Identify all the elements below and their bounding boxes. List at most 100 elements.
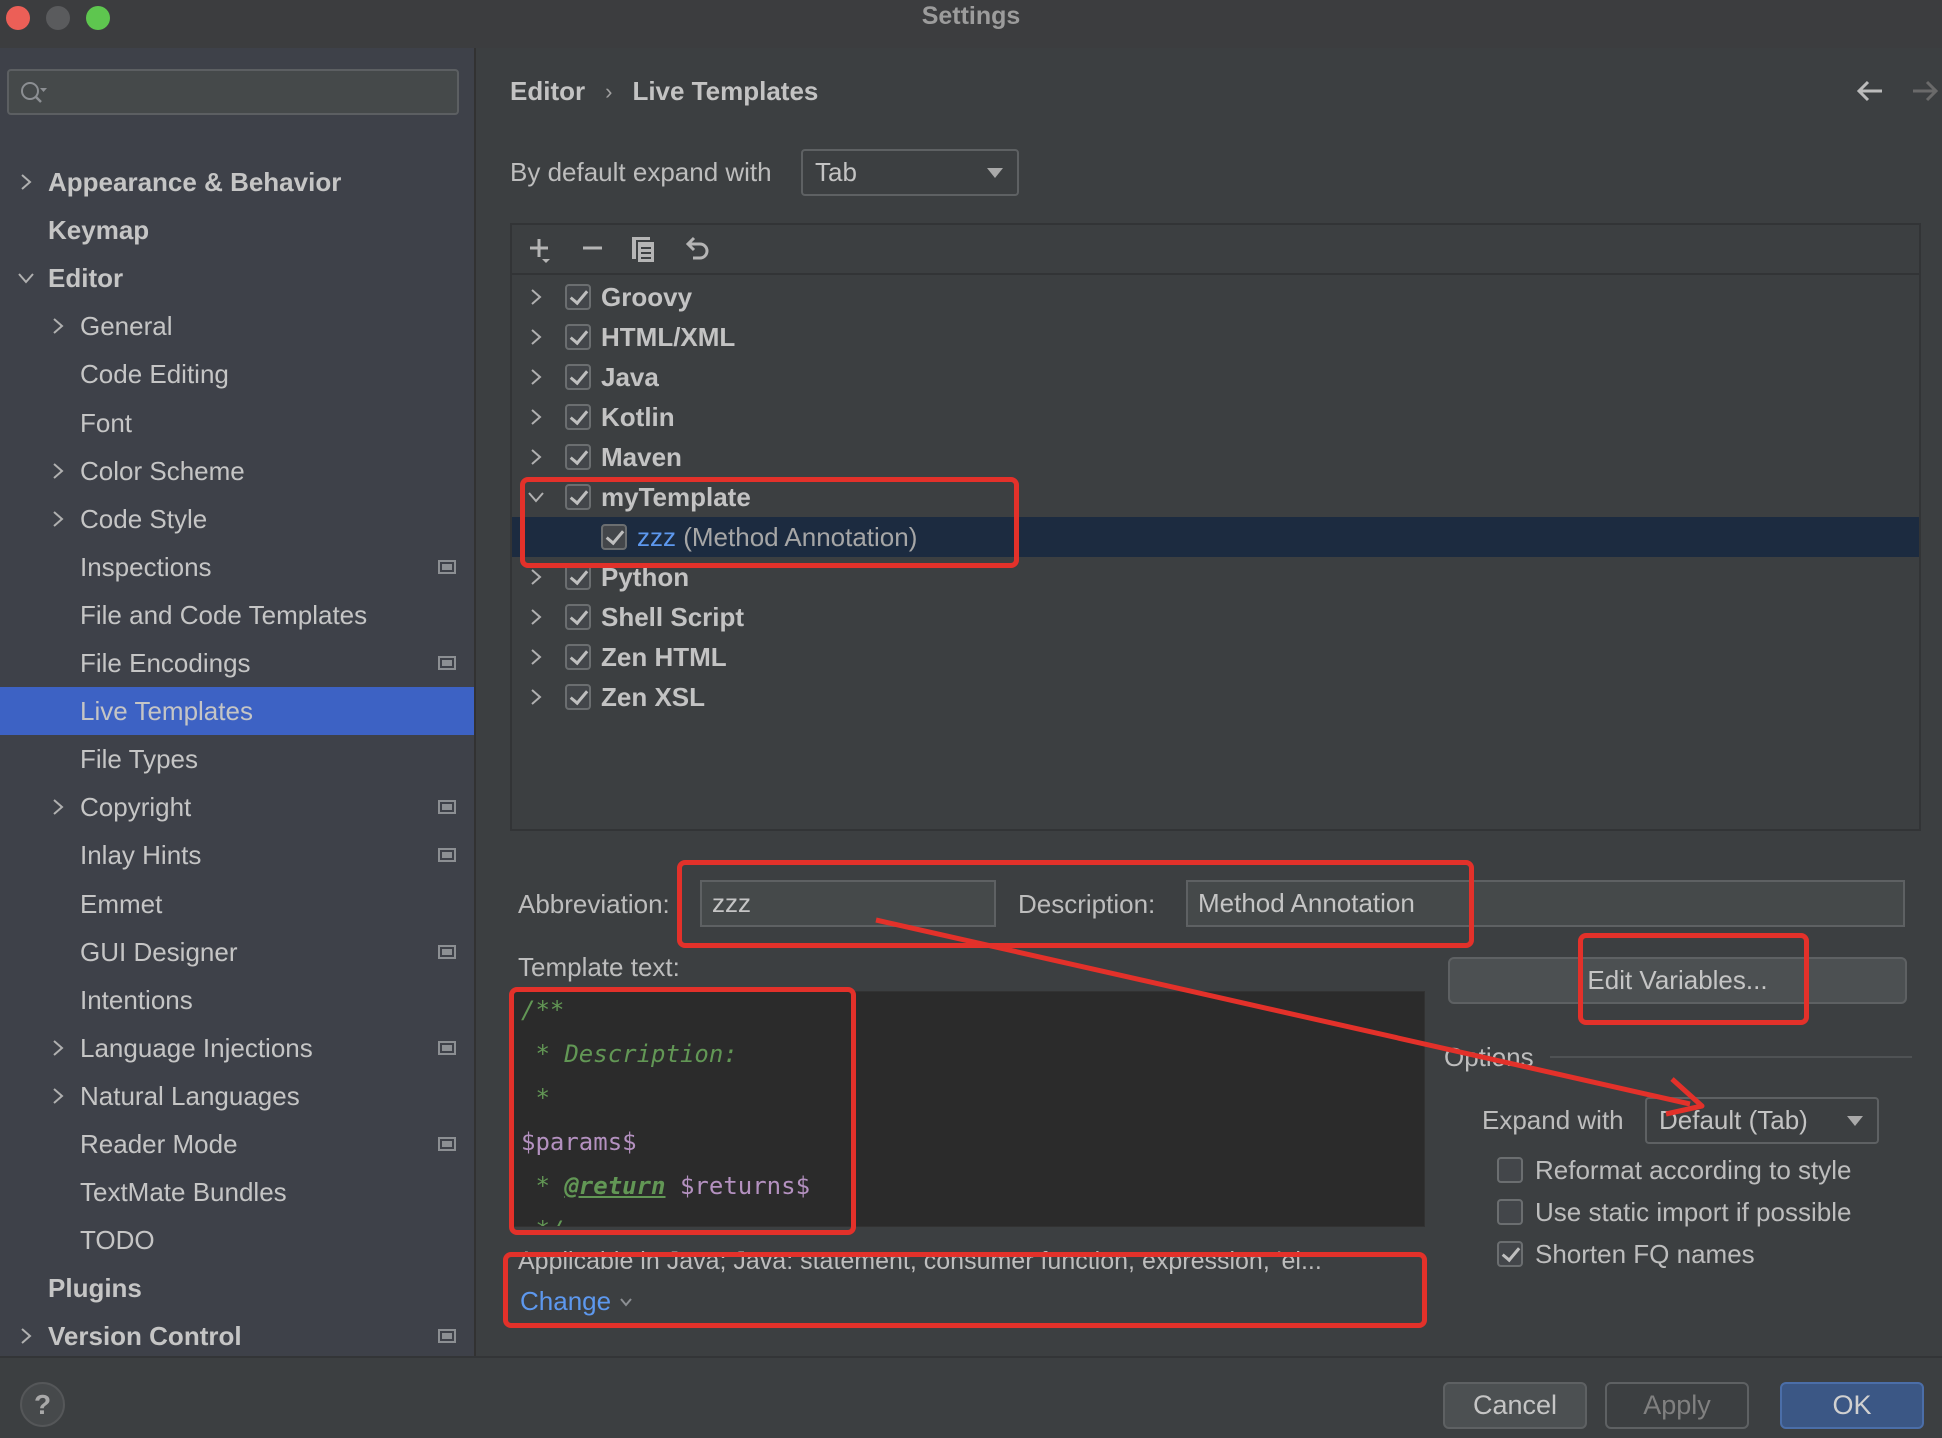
expand-with-value: Default (Tab) bbox=[1659, 1105, 1808, 1135]
settings-search-input[interactable] bbox=[7, 69, 459, 115]
back-arrow-icon[interactable] bbox=[1855, 78, 1885, 104]
chevron-right-icon[interactable] bbox=[526, 367, 546, 387]
template-group-row[interactable]: Kotlin bbox=[512, 397, 1919, 437]
chevron-right-icon[interactable] bbox=[48, 461, 68, 481]
default-expand-dropdown[interactable]: Tab bbox=[801, 149, 1019, 196]
sidebar-item[interactable]: Color Scheme bbox=[0, 447, 474, 495]
sidebar-item[interactable]: TextMate Bundles bbox=[0, 1168, 474, 1216]
sidebar-item-label: Version Control bbox=[48, 1321, 242, 1352]
help-button[interactable]: ? bbox=[20, 1382, 65, 1427]
change-link-label: Change bbox=[520, 1286, 612, 1316]
sidebar-item[interactable]: General bbox=[0, 302, 474, 350]
option-checkbox[interactable] bbox=[1497, 1199, 1523, 1225]
chevron-right-icon[interactable] bbox=[48, 509, 68, 529]
chevron-right-icon[interactable] bbox=[16, 172, 36, 192]
chevron-right-icon[interactable] bbox=[526, 647, 546, 667]
change-contexts-link[interactable]: Change bbox=[520, 1286, 633, 1317]
sidebar-item[interactable]: Appearance & Behavior bbox=[0, 158, 474, 206]
chevron-down-icon[interactable] bbox=[526, 487, 546, 507]
template-group-row[interactable]: HTML/XML bbox=[512, 317, 1919, 357]
sidebar-item[interactable]: Emmet bbox=[0, 880, 474, 928]
sidebar-item[interactable]: Copyright bbox=[0, 783, 474, 831]
template-group-checkbox[interactable] bbox=[565, 444, 591, 470]
sidebar-item[interactable]: Live Templates bbox=[0, 687, 474, 736]
sidebar-item[interactable]: File Types bbox=[0, 735, 474, 783]
sidebar-item[interactable]: File Encodings bbox=[0, 639, 474, 687]
sidebar-item[interactable]: File and Code Templates bbox=[0, 591, 474, 639]
sidebar-item-label: Inlay Hints bbox=[80, 840, 202, 871]
chevron-right-icon[interactable] bbox=[48, 797, 68, 817]
template-group-checkbox[interactable] bbox=[565, 404, 591, 430]
chevron-right-icon[interactable] bbox=[48, 1086, 68, 1106]
remove-icon[interactable] bbox=[578, 235, 608, 265]
template-group-label: Maven bbox=[601, 442, 682, 472]
code-line: * Description: bbox=[521, 1040, 737, 1068]
sidebar-item[interactable]: TODO bbox=[0, 1216, 474, 1264]
sidebar-item[interactable]: Code Style bbox=[0, 495, 474, 543]
template-group-row[interactable]: Java bbox=[512, 357, 1919, 397]
sidebar-item[interactable]: Font bbox=[0, 399, 474, 447]
apply-button[interactable]: Apply bbox=[1605, 1382, 1749, 1429]
sidebar-item-label: Editor bbox=[48, 263, 124, 294]
forward-arrow-icon[interactable] bbox=[1910, 78, 1940, 104]
copy-icon[interactable] bbox=[629, 235, 659, 265]
expand-with-dropdown[interactable]: Default (Tab) bbox=[1645, 1097, 1879, 1144]
chevron-right-icon[interactable] bbox=[48, 316, 68, 336]
options-divider bbox=[1550, 1056, 1912, 1058]
chevron-right-icon[interactable] bbox=[48, 1038, 68, 1058]
sidebar-item[interactable]: Plugins bbox=[0, 1264, 474, 1312]
template-group-row[interactable]: myTemplate bbox=[512, 477, 1919, 517]
template-group-row[interactable]: Python bbox=[512, 557, 1919, 597]
template-group-row[interactable]: Shell Script bbox=[512, 597, 1919, 637]
abbreviation-input[interactable]: zzz bbox=[700, 880, 996, 927]
template-group-checkbox[interactable] bbox=[565, 364, 591, 390]
sidebar-item[interactable]: GUI Designer bbox=[0, 928, 474, 976]
restore-defaults-icon[interactable] bbox=[682, 235, 712, 265]
ok-button[interactable]: OK bbox=[1780, 1382, 1924, 1429]
chevron-right-icon[interactable] bbox=[16, 1326, 36, 1346]
breadcrumb-parent[interactable]: Editor bbox=[510, 76, 585, 107]
template-group-checkbox[interactable] bbox=[565, 324, 591, 350]
template-group-row[interactable]: Maven bbox=[512, 437, 1919, 477]
sidebar-item[interactable]: Version Control bbox=[0, 1312, 474, 1356]
sidebar-item[interactable]: Natural Languages bbox=[0, 1072, 474, 1120]
sidebar-item[interactable]: Language Injections bbox=[0, 1024, 474, 1072]
template-group-checkbox[interactable] bbox=[565, 284, 591, 310]
chevron-down-icon bbox=[1847, 1115, 1863, 1126]
sidebar-item[interactable]: Keymap bbox=[0, 206, 474, 254]
description-input[interactable]: Method Annotation bbox=[1186, 880, 1905, 927]
edit-variables-button[interactable]: Edit Variables... bbox=[1448, 957, 1907, 1004]
sidebar-item[interactable]: Inlay Hints bbox=[0, 831, 474, 879]
chevron-right-icon[interactable] bbox=[526, 407, 546, 427]
cancel-button[interactable]: Cancel bbox=[1443, 1382, 1587, 1429]
add-icon[interactable] bbox=[526, 235, 556, 265]
option-checkbox[interactable] bbox=[1497, 1241, 1523, 1267]
chevron-down-icon[interactable] bbox=[16, 268, 36, 288]
project-level-icon bbox=[438, 1040, 456, 1055]
template-group-checkbox[interactable] bbox=[565, 684, 591, 710]
template-group-checkbox[interactable] bbox=[565, 564, 591, 590]
template-group-row[interactable]: Groovy bbox=[512, 277, 1919, 317]
template-group-row[interactable]: Zen HTML bbox=[512, 637, 1919, 677]
code-line: /** bbox=[521, 996, 564, 1024]
template-item-checkbox[interactable] bbox=[601, 524, 627, 550]
chevron-right-icon[interactable] bbox=[526, 287, 546, 307]
template-group-checkbox[interactable] bbox=[565, 644, 591, 670]
template-group-checkbox[interactable] bbox=[565, 484, 591, 510]
sidebar-item[interactable]: Inspections bbox=[0, 543, 474, 591]
template-text-editor[interactable]: /** * Description: * $params$ * @return $… bbox=[510, 991, 1425, 1227]
sidebar-item[interactable]: Code Editing bbox=[0, 350, 474, 398]
chevron-right-icon[interactable] bbox=[526, 687, 546, 707]
chevron-right-icon[interactable] bbox=[526, 327, 546, 347]
template-item-row[interactable]: zzz (Method Annotation) bbox=[512, 517, 1919, 557]
chevron-right-icon[interactable] bbox=[526, 607, 546, 627]
sidebar-item[interactable]: Intentions bbox=[0, 976, 474, 1024]
sidebar-item[interactable]: Reader Mode bbox=[0, 1120, 474, 1168]
option-checkbox[interactable] bbox=[1497, 1157, 1523, 1183]
template-group-row[interactable]: Zen XSL bbox=[512, 677, 1919, 717]
sidebar-item[interactable]: Editor bbox=[0, 254, 474, 302]
chevron-right-icon[interactable] bbox=[526, 447, 546, 467]
template-group-label: Zen HTML bbox=[601, 642, 727, 672]
template-group-checkbox[interactable] bbox=[565, 604, 591, 630]
chevron-right-icon[interactable] bbox=[526, 567, 546, 587]
